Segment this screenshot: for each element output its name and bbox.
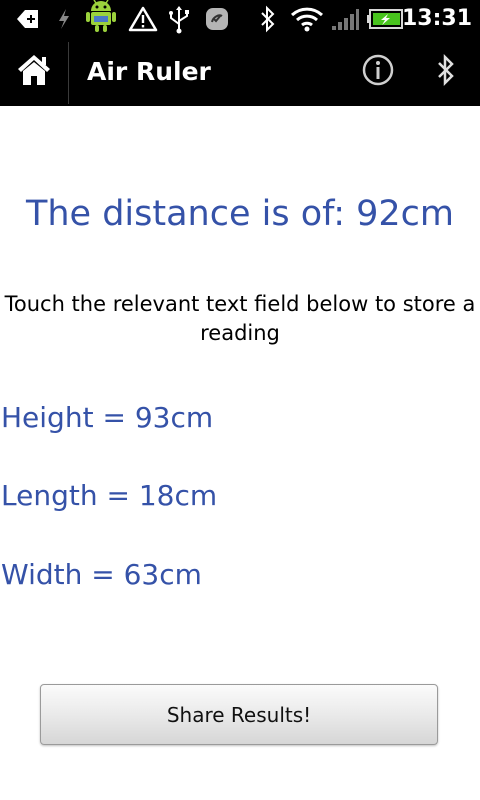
usb-icon[interactable]	[166, 4, 192, 34]
status-bar: 13:31	[0, 0, 480, 38]
height-reading-field[interactable]: Height = 93cm	[1, 401, 213, 434]
bluetooth-icon[interactable]	[258, 4, 278, 34]
usb-charging-icon[interactable]	[56, 4, 72, 34]
screen: 13:31 Air Ruler The distance is of: 92cm…	[0, 0, 480, 800]
info-button[interactable]	[348, 38, 408, 106]
home-button[interactable]	[0, 38, 68, 106]
width-reading-field[interactable]: Width = 63cm	[1, 558, 202, 591]
app-title: Air Ruler	[87, 57, 211, 86]
length-reading-field[interactable]: Length = 18cm	[1, 479, 217, 512]
share-results-button[interactable]: Share Results!	[40, 684, 438, 745]
signal-icon[interactable]	[330, 4, 360, 34]
distance-readout: The distance is of: 92cm	[25, 194, 454, 234]
home-icon	[16, 53, 52, 91]
android-robot-icon[interactable]	[84, 0, 118, 32]
action-bar: Air Ruler	[0, 38, 480, 106]
plus-notification-icon[interactable]	[14, 4, 40, 34]
wifi-icon[interactable]	[290, 4, 324, 34]
share-results-label: Share Results!	[166, 702, 312, 727]
battery-icon[interactable]	[366, 4, 404, 34]
action-bar-divider	[68, 42, 69, 104]
info-icon	[361, 53, 395, 91]
status-time: 13:31	[401, 6, 472, 31]
instruction-text: Touch the relevant text field below to s…	[4, 292, 476, 345]
warning-icon[interactable]	[128, 4, 158, 34]
bluetooth-button[interactable]	[416, 38, 476, 106]
app-notification-icon[interactable]	[204, 4, 230, 34]
bluetooth-icon	[435, 53, 457, 91]
